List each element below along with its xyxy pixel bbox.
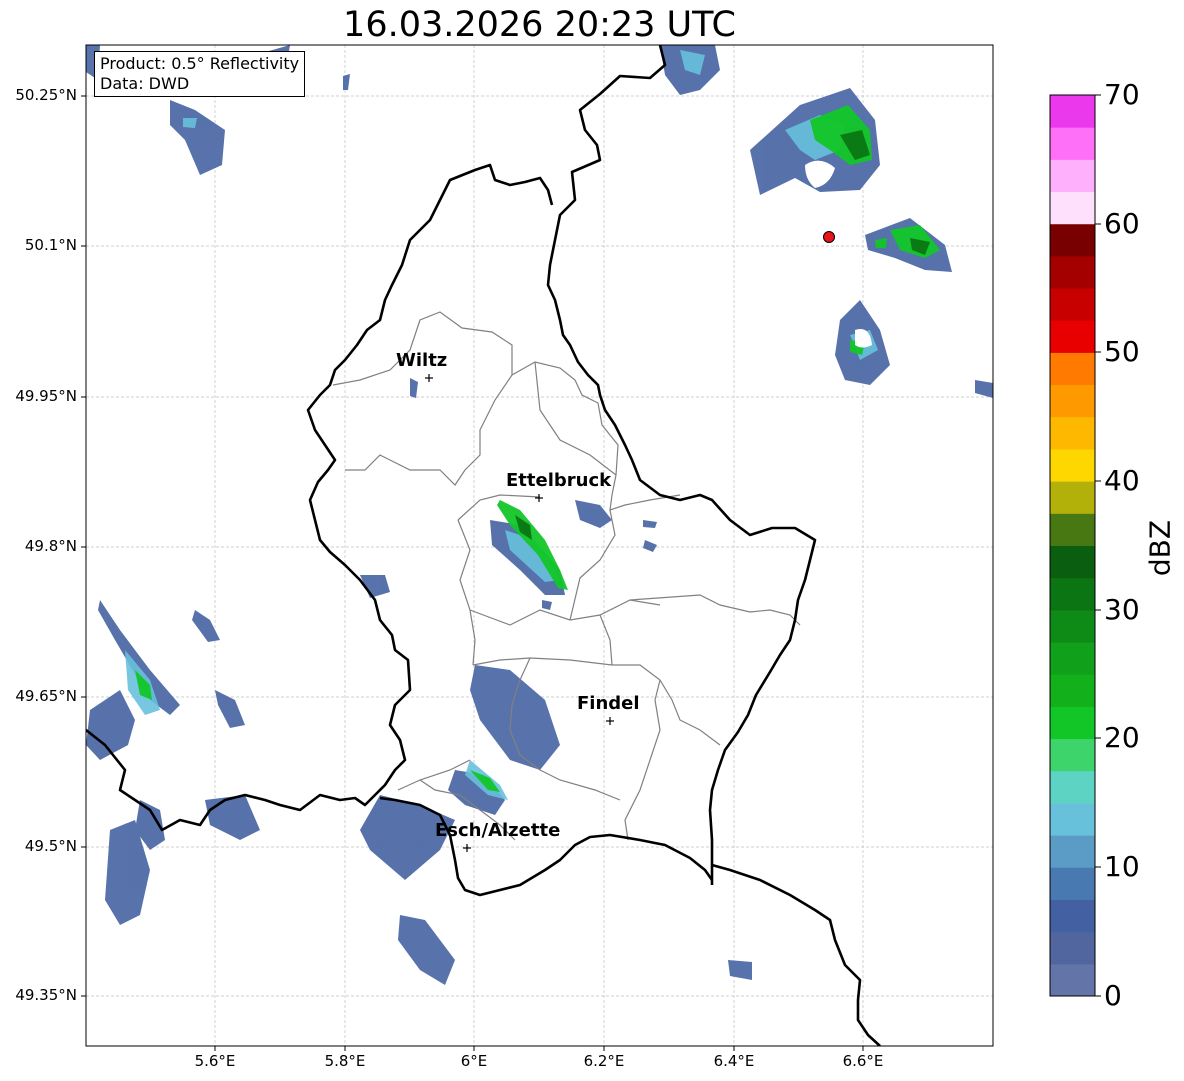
colorbar-cell [1050, 352, 1095, 386]
colorbar-tick-label: 20 [1104, 721, 1140, 754]
lat-label: 49.35°N [15, 986, 77, 1004]
colorbar-cell [1050, 835, 1095, 868]
colorbar-cell [1050, 159, 1095, 193]
colorbar-cell [1050, 642, 1095, 675]
lat-label: 49.8°N [24, 537, 77, 555]
lon-label: 5.6°E [194, 1052, 236, 1070]
colorbar-cell [1050, 963, 1095, 997]
city-label-esch-alzette: Esch/Alzette [435, 820, 561, 841]
colorbar-cell [1050, 255, 1095, 289]
colorbar-tick-label: 10 [1104, 850, 1140, 883]
country-borders [86, 45, 881, 1046]
axis-ticks [81, 95, 864, 1051]
lat-label: 49.5°N [24, 837, 77, 855]
lon-label: 6.2°E [583, 1052, 625, 1070]
colorbar-cell [1050, 191, 1095, 225]
colorbar-title: dBZ [1143, 519, 1177, 577]
colorbar-cell [1050, 384, 1095, 418]
colorbar-cell [1050, 448, 1095, 482]
colorbar-ticks [1095, 94, 1101, 997]
colorbar-cell [1050, 320, 1095, 353]
colorbar-cell [1050, 513, 1095, 546]
colorbar-cell [1050, 706, 1095, 740]
colorbar-cell [1050, 288, 1095, 321]
product-info-box: Product: 0.5° Reflectivity Data: DWD [94, 51, 306, 97]
colorbar-tick-label: 70 [1104, 78, 1140, 111]
lat-label: 49.65°N [15, 687, 77, 705]
colorbar-cell [1050, 674, 1095, 707]
colorbar-cell [1050, 609, 1095, 643]
lat-label: 50.1°N [24, 236, 77, 254]
city-label-ettelbruck: Ettelbruck [506, 470, 612, 491]
data-source-label: Data: DWD [100, 74, 190, 93]
city-marker-esch [463, 844, 471, 852]
colorbar-tick-label: 50 [1104, 335, 1140, 368]
colorbar-cell [1050, 899, 1095, 933]
city-marker-findel [606, 717, 614, 725]
radar-site-marker [823, 231, 835, 243]
radar-map [81, 44, 1101, 1051]
colorbar-tick-label: 30 [1104, 593, 1140, 626]
colorbar-cell [1050, 481, 1095, 514]
city-label-findel: Findel [577, 693, 640, 714]
colorbar-tick-label: 60 [1104, 207, 1140, 240]
colorbar-cell [1050, 416, 1095, 450]
colorbar-cell [1050, 545, 1095, 579]
colorbar-cell [1050, 931, 1095, 965]
city-label-wiltz: Wiltz [396, 350, 448, 371]
lon-label: 6.4°E [713, 1052, 755, 1070]
product-label: Product: 0.5° Reflectivity [100, 54, 300, 73]
city-marker-wiltz [425, 374, 433, 382]
colorbar-cell [1050, 95, 1095, 128]
colorbar-cell [1050, 738, 1095, 772]
lat-label: 49.95°N [15, 387, 77, 405]
city-marker-ettelbruck [535, 494, 543, 502]
radar-echoes [86, 45, 993, 985]
colorbar [1050, 95, 1095, 997]
colorbar-tick-label: 0 [1104, 979, 1122, 1012]
colorbar-tick-label: 40 [1104, 464, 1140, 497]
colorbar-cell [1050, 223, 1095, 257]
lat-label: 50.25°N [15, 86, 77, 104]
colorbar-cell [1050, 770, 1095, 804]
colorbar-cell [1050, 577, 1095, 611]
lon-label: 6.6°E [842, 1052, 884, 1070]
lon-label: 5.8°E [324, 1052, 366, 1070]
lon-label: 6°E [460, 1052, 488, 1070]
colorbar-cell [1050, 867, 1095, 900]
colorbar-cell [1050, 802, 1095, 836]
colorbar-cell [1050, 127, 1095, 160]
